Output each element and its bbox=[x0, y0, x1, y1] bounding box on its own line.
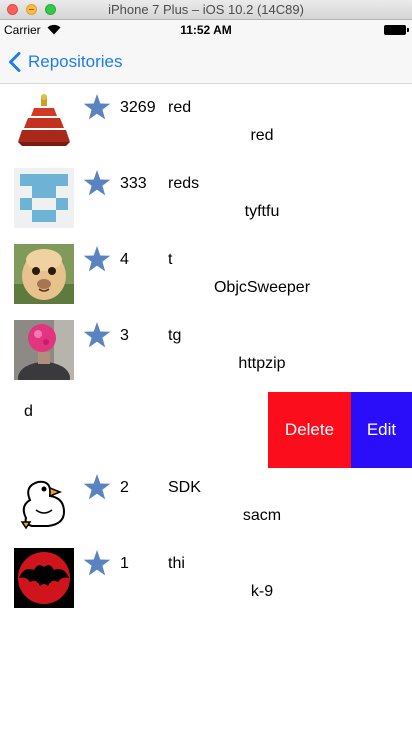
edit-button[interactable]: Edit bbox=[351, 392, 412, 468]
row-content: d algo1 bbox=[0, 392, 268, 468]
repo-name: tg bbox=[168, 327, 182, 344]
repo-name: red bbox=[168, 99, 192, 116]
repo-description: red bbox=[250, 127, 274, 144]
star-count: 333 bbox=[120, 175, 147, 192]
navigation-bar: Repositories bbox=[0, 40, 412, 84]
status-time: 11:52 AM bbox=[180, 23, 232, 37]
table-row[interactable]: 2 SDK sacm bbox=[0, 468, 412, 544]
star-count: 2 bbox=[120, 479, 129, 496]
table-row[interactable]: 3 tg httpzip bbox=[0, 316, 412, 392]
battery-icon bbox=[384, 25, 409, 35]
thundercats-logo-icon bbox=[14, 548, 74, 608]
star-icon bbox=[83, 474, 111, 500]
simulator-titlebar: iPhone 7 Plus – iOS 10.2 (14C89) bbox=[0, 0, 412, 20]
back-button[interactable]: Repositories bbox=[8, 49, 123, 75]
star-icon bbox=[83, 170, 111, 196]
status-bar: Carrier 11:52 AM bbox=[0, 20, 412, 40]
chevron-left-icon bbox=[9, 52, 21, 72]
table-row[interactable]: 333 reds tyftfu bbox=[0, 164, 412, 240]
repo-description: sacm bbox=[242, 507, 282, 524]
duck-icon bbox=[14, 472, 74, 532]
repository-list: 3269 red red 333 reds tyftfu 4 t ObjcSwe… bbox=[0, 88, 412, 620]
person-photo-icon bbox=[14, 320, 74, 380]
blue-pixel-pattern-icon bbox=[14, 168, 74, 228]
star-icon bbox=[83, 94, 111, 120]
star-count: 1 bbox=[120, 555, 129, 572]
repo-name: reds bbox=[168, 175, 200, 192]
alpaca-photo-icon bbox=[14, 244, 74, 304]
repo-description: k-9 bbox=[250, 583, 274, 600]
star-count: 3269 bbox=[120, 99, 156, 116]
table-row[interactable]: 3269 red red bbox=[0, 88, 412, 164]
table-row-swiped[interactable]: d algo1 Delete Edit bbox=[0, 392, 412, 468]
repo-name: thi bbox=[168, 555, 185, 572]
repo-description: ObjcSweeper bbox=[213, 279, 311, 296]
repo-description: httpzip bbox=[238, 355, 286, 372]
repo-name: SDK bbox=[168, 479, 201, 496]
table-row[interactable]: 4 t ObjcSweeper bbox=[0, 240, 412, 316]
simulator-title: iPhone 7 Plus – iOS 10.2 (14C89) bbox=[108, 2, 304, 17]
red-pyramid-icon bbox=[14, 92, 74, 152]
star-icon bbox=[83, 246, 111, 272]
star-icon bbox=[83, 550, 111, 576]
table-row[interactable]: 1 thi k-9 bbox=[0, 544, 412, 620]
star-icon bbox=[83, 322, 111, 348]
back-button-label: Repositories bbox=[28, 52, 123, 71]
repo-name: t bbox=[168, 251, 173, 268]
repo-description: tyftfu bbox=[244, 203, 280, 220]
star-count: 4 bbox=[120, 251, 129, 268]
delete-button[interactable]: Delete bbox=[268, 392, 351, 468]
star-count: 3 bbox=[120, 327, 129, 344]
repo-name: d bbox=[24, 403, 33, 420]
